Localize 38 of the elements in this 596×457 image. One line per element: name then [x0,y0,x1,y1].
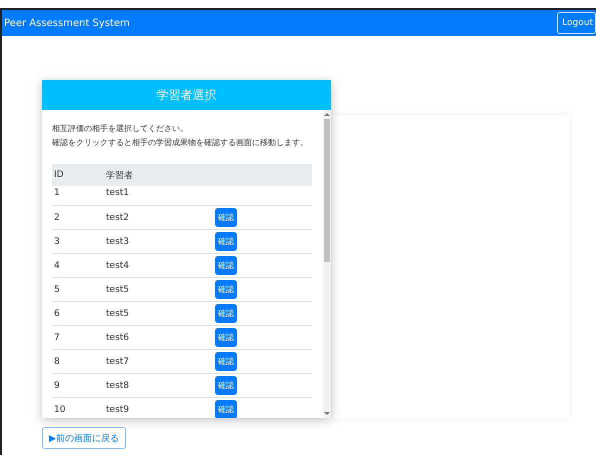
confirm-button[interactable]: 確認 [215,280,237,299]
instruction-text: 相互評価の相手を選択してください。 [52,123,189,135]
instruction-text: 確認をクリックすると相手の学習成果物を確認する画面に移動します。 [52,137,309,149]
confirm-button[interactable]: 確認 [215,304,237,323]
back-button[interactable]: ▶前の画面に戻る [42,427,126,449]
id-cell: 6 [52,302,104,326]
id-cell: 7 [52,326,104,350]
column-header: ID [52,164,104,186]
id-cell: 4 [52,254,104,278]
app-title: Peer Assessment System [4,18,130,28]
confirm-button[interactable]: 確認 [215,328,237,347]
learner-cell: test5 [104,278,213,302]
learner-cell: test2 [104,206,213,230]
id-cell: 10 [52,398,104,418]
learner-cell: test9 [104,398,213,418]
id-cell: 8 [52,350,104,374]
learner-cell: test7 [104,350,213,374]
confirm-button[interactable]: 確認 [215,208,237,227]
scrollbar[interactable] [323,110,331,418]
id-cell: 1 [52,186,104,206]
confirm-button[interactable]: 確認 [215,256,237,275]
dialog-title: 学習者選択 [156,86,216,104]
learner-cell: test1 [104,186,213,206]
learner-cell: test6 [104,326,213,350]
id-cell: 9 [52,374,104,398]
id-cell: 3 [52,230,104,254]
learner-cell: test5 [104,302,213,326]
confirm-button[interactable]: 確認 [215,400,237,418]
confirm-button[interactable]: 確認 [215,376,237,395]
id-cell: 5 [52,278,104,302]
id-cell: 2 [52,206,104,230]
confirm-button[interactable]: 確認 [215,352,237,371]
logout-button[interactable]: Logout [557,12,596,34]
confirm-button[interactable]: 確認 [215,232,237,251]
learner-cell: test8 [104,374,213,398]
learner-cell: test4 [104,254,213,278]
learner-cell: test3 [104,230,213,254]
column-header: 学習者 [104,164,213,186]
